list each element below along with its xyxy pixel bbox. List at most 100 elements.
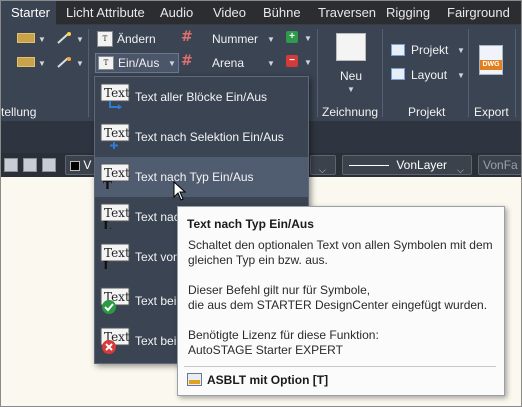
linetype-sample bbox=[349, 165, 389, 167]
linetype-combo[interactable]: VonLayer ⌵ bbox=[342, 155, 472, 175]
chevron-down-icon: ▼ bbox=[168, 59, 176, 68]
layer-tool-icon-2[interactable] bbox=[17, 57, 35, 67]
panel-separator bbox=[317, 29, 318, 117]
color-combo[interactable]: V bbox=[65, 155, 95, 175]
chevron-down-icon: ▼ bbox=[267, 59, 275, 68]
dwg-icon-band: DWG bbox=[480, 60, 502, 70]
chevron-down-icon[interactable]: ▼ bbox=[76, 59, 84, 68]
layout-label: Layout bbox=[411, 68, 448, 82]
layout-button[interactable]: Layout ▼ bbox=[389, 65, 467, 85]
panel-separator bbox=[88, 29, 89, 117]
tab-fairground[interactable]: Fairground bbox=[441, 1, 516, 25]
svg-text:Text: Text bbox=[104, 206, 130, 220]
panel-separator bbox=[515, 29, 516, 117]
einaus-button[interactable]: T Ein/Aus ▼ bbox=[95, 53, 179, 73]
chevron-down-icon[interactable]: ▼ bbox=[38, 59, 46, 68]
menu-item-text-nach-typ[interactable]: Text T Text nach Typ Ein/Aus bbox=[95, 157, 308, 197]
tab-buehne[interactable]: Bühne bbox=[257, 1, 307, 25]
text-selection-icon: Text bbox=[100, 123, 130, 149]
chevron-down-icon: ▼ bbox=[457, 46, 465, 55]
number-icon: # bbox=[181, 29, 193, 45]
lineweight-value: VonFa bbox=[483, 158, 518, 172]
application-window: Starter Licht Attribute Audio Video Bühn… bbox=[0, 0, 522, 407]
nummer-label: Nummer bbox=[212, 32, 259, 46]
projekt-button[interactable]: Projekt ▼ bbox=[389, 41, 467, 61]
tooltip-title: Text nach Typ Ein/Aus bbox=[187, 217, 314, 231]
chevron-down-icon: ▼ bbox=[347, 85, 355, 94]
mouse-pointer-icon bbox=[173, 180, 187, 201]
neu-label: Neu bbox=[340, 69, 363, 83]
menu-item-label: Text aller Blöcke Ein/Aus bbox=[135, 90, 268, 104]
tooltip-description-line-1: Schaltet den optionalen Text von allen S… bbox=[188, 238, 493, 252]
tab-audio[interactable]: Audio bbox=[154, 1, 199, 25]
aendern-label: Ändern bbox=[117, 32, 156, 46]
text-enable-icon: Text bbox=[100, 287, 130, 314]
remove-red-icon[interactable]: − bbox=[286, 55, 298, 67]
tab-licht-attribute[interactable]: Licht Attribute bbox=[60, 1, 151, 25]
tooltip-divider bbox=[184, 366, 496, 367]
chevron-down-icon[interactable]: ▼ bbox=[304, 58, 312, 67]
panel-label-export: Export bbox=[474, 105, 509, 119]
tab-video[interactable]: Video bbox=[207, 1, 252, 25]
svg-text:Text: Text bbox=[104, 126, 130, 140]
text-from-icon: Text I bbox=[100, 243, 130, 273]
svg-text:Text: Text bbox=[104, 246, 130, 260]
lineweight-combo[interactable]: VonFa bbox=[478, 155, 521, 175]
text-disable-icon: Text bbox=[100, 327, 130, 354]
tooltip-license-line-1: Benötigte Lizenz für diese Funktion: bbox=[188, 328, 379, 342]
svg-text:Text: Text bbox=[104, 86, 130, 100]
panel-label-tellung: tellung bbox=[1, 105, 37, 119]
tab-starter[interactable]: Starter bbox=[1, 1, 56, 25]
panel-label-projekt: Projekt bbox=[408, 105, 446, 119]
nummer-button[interactable]: # Nummer ▼ bbox=[179, 29, 275, 49]
svg-text:L: L bbox=[103, 219, 112, 229]
layer-stack-icon[interactable] bbox=[23, 158, 37, 172]
layout-icon bbox=[391, 68, 405, 80]
color-swatch bbox=[70, 160, 80, 171]
menu-item-label: Text nach Selektion Ein/Aus bbox=[135, 130, 284, 144]
svg-text:T: T bbox=[103, 179, 112, 189]
layer-tool-icon[interactable] bbox=[17, 33, 35, 43]
panel-label-zeichnung: Zeichnung bbox=[322, 105, 379, 119]
svg-text:Text: Text bbox=[104, 166, 130, 180]
new-document-icon bbox=[336, 33, 366, 61]
svg-text:I: I bbox=[103, 259, 109, 269]
text-toggle-icon: T bbox=[98, 56, 114, 70]
menu-item-label: Text von bbox=[135, 250, 180, 264]
layer-edit-icon[interactable] bbox=[42, 158, 56, 172]
tooltip-note-line-1: Dieser Befehl gilt nur für Symbole, bbox=[188, 283, 371, 297]
projekt-label: Projekt bbox=[411, 43, 449, 57]
list-icon bbox=[391, 44, 405, 56]
chevron-down-icon[interactable]: ▼ bbox=[76, 35, 84, 44]
tooltip-command: ASBLT mit Option [T] bbox=[207, 373, 329, 387]
layer-state-icon[interactable] bbox=[4, 158, 18, 172]
menu-item-text-aller-bloecke[interactable]: Text Text aller Blöcke Ein/Aus bbox=[95, 77, 308, 117]
add-green-icon[interactable]: + bbox=[286, 31, 298, 43]
arena-label: Arena bbox=[212, 56, 245, 70]
neu-button[interactable]: Neu ▼ bbox=[327, 31, 375, 95]
tab-traversen[interactable]: Traversen bbox=[312, 1, 382, 25]
wand-tool-icon[interactable] bbox=[56, 31, 72, 45]
command-line-icon bbox=[187, 373, 202, 386]
aendern-button[interactable]: T Ändern bbox=[95, 29, 165, 49]
menu-item-text-nach-selektion[interactable]: Text Text nach Selektion Ein/Aus bbox=[95, 117, 308, 157]
panel-separator bbox=[382, 29, 383, 117]
command-tooltip: Text nach Typ Ein/Aus Schaltet den optio… bbox=[177, 206, 505, 396]
text-all-icon: Text bbox=[100, 83, 130, 110]
arena-button[interactable]: # Arena ▼ bbox=[179, 53, 275, 73]
chevron-down-icon: ▼ bbox=[457, 71, 465, 80]
color-combo-dropdown[interactable]: ⌵ bbox=[310, 155, 336, 175]
tooltip-license-line-2: AutoSTAGE Starter EXPERT bbox=[188, 343, 343, 357]
menu-item-label: Text nach Typ Ein/Aus bbox=[135, 170, 254, 184]
arena-icon: # bbox=[181, 53, 193, 69]
text-layer-icon: Text L bbox=[100, 203, 130, 233]
tab-rigging[interactable]: Rigging bbox=[380, 1, 436, 25]
dwg-export-button[interactable]: DWG bbox=[479, 45, 503, 75]
text-type-icon: Text T bbox=[100, 163, 130, 193]
einaus-label: Ein/Aus bbox=[118, 56, 160, 70]
text-edit-icon: T bbox=[97, 31, 113, 47]
chevron-down-icon[interactable]: ▼ bbox=[304, 34, 312, 43]
chevron-down-icon: ▼ bbox=[267, 35, 275, 44]
chevron-down-icon[interactable]: ▼ bbox=[38, 35, 46, 44]
spark-tool-icon[interactable] bbox=[56, 55, 72, 69]
